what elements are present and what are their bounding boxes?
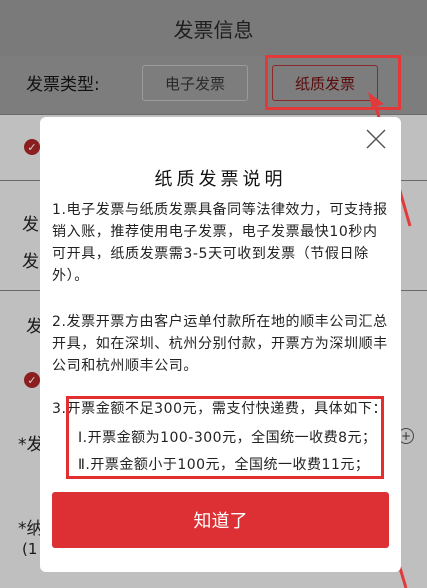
paper-invoice-info-dialog: 纸质发票说明 1.电子发票与纸质发票具备同等法律效力，可支持报销入账，推荐使用电… (40, 117, 401, 572)
annotation-box-fees (66, 396, 384, 479)
electronic-invoice-option[interactable]: 电子发票 (142, 65, 248, 101)
electronic-invoice-label: 电子发票 (164, 74, 225, 93)
bg-label: 发 (22, 215, 39, 235)
dialog-paragraph: 2.发票开票方由客户运单付款所在地的顺丰公司汇总开具，如在深圳、杭州分别付款，开… (52, 314, 388, 374)
dialog-title: 纸质发票说明 (154, 169, 287, 190)
check-icon: ✓ (24, 139, 40, 155)
page-title: 发票信息 (173, 17, 254, 42)
bg-label: 发 (22, 252, 39, 272)
divider (0, 114, 427, 115)
check-icon: ✓ (24, 372, 40, 388)
page-header: 发票信息 (0, 0, 427, 56)
confirm-label: 知道了 (193, 511, 248, 532)
bg-label: (1 (22, 540, 38, 558)
confirm-button[interactable]: 知道了 (52, 492, 389, 548)
close-icon[interactable] (364, 127, 388, 151)
dialog-paragraph: 1.电子发票与纸质发票具备同等法律效力，可支持报销入账，推荐使用电子发票，电子发… (52, 202, 388, 284)
invoice-type-label: 发票类型: (26, 75, 100, 95)
